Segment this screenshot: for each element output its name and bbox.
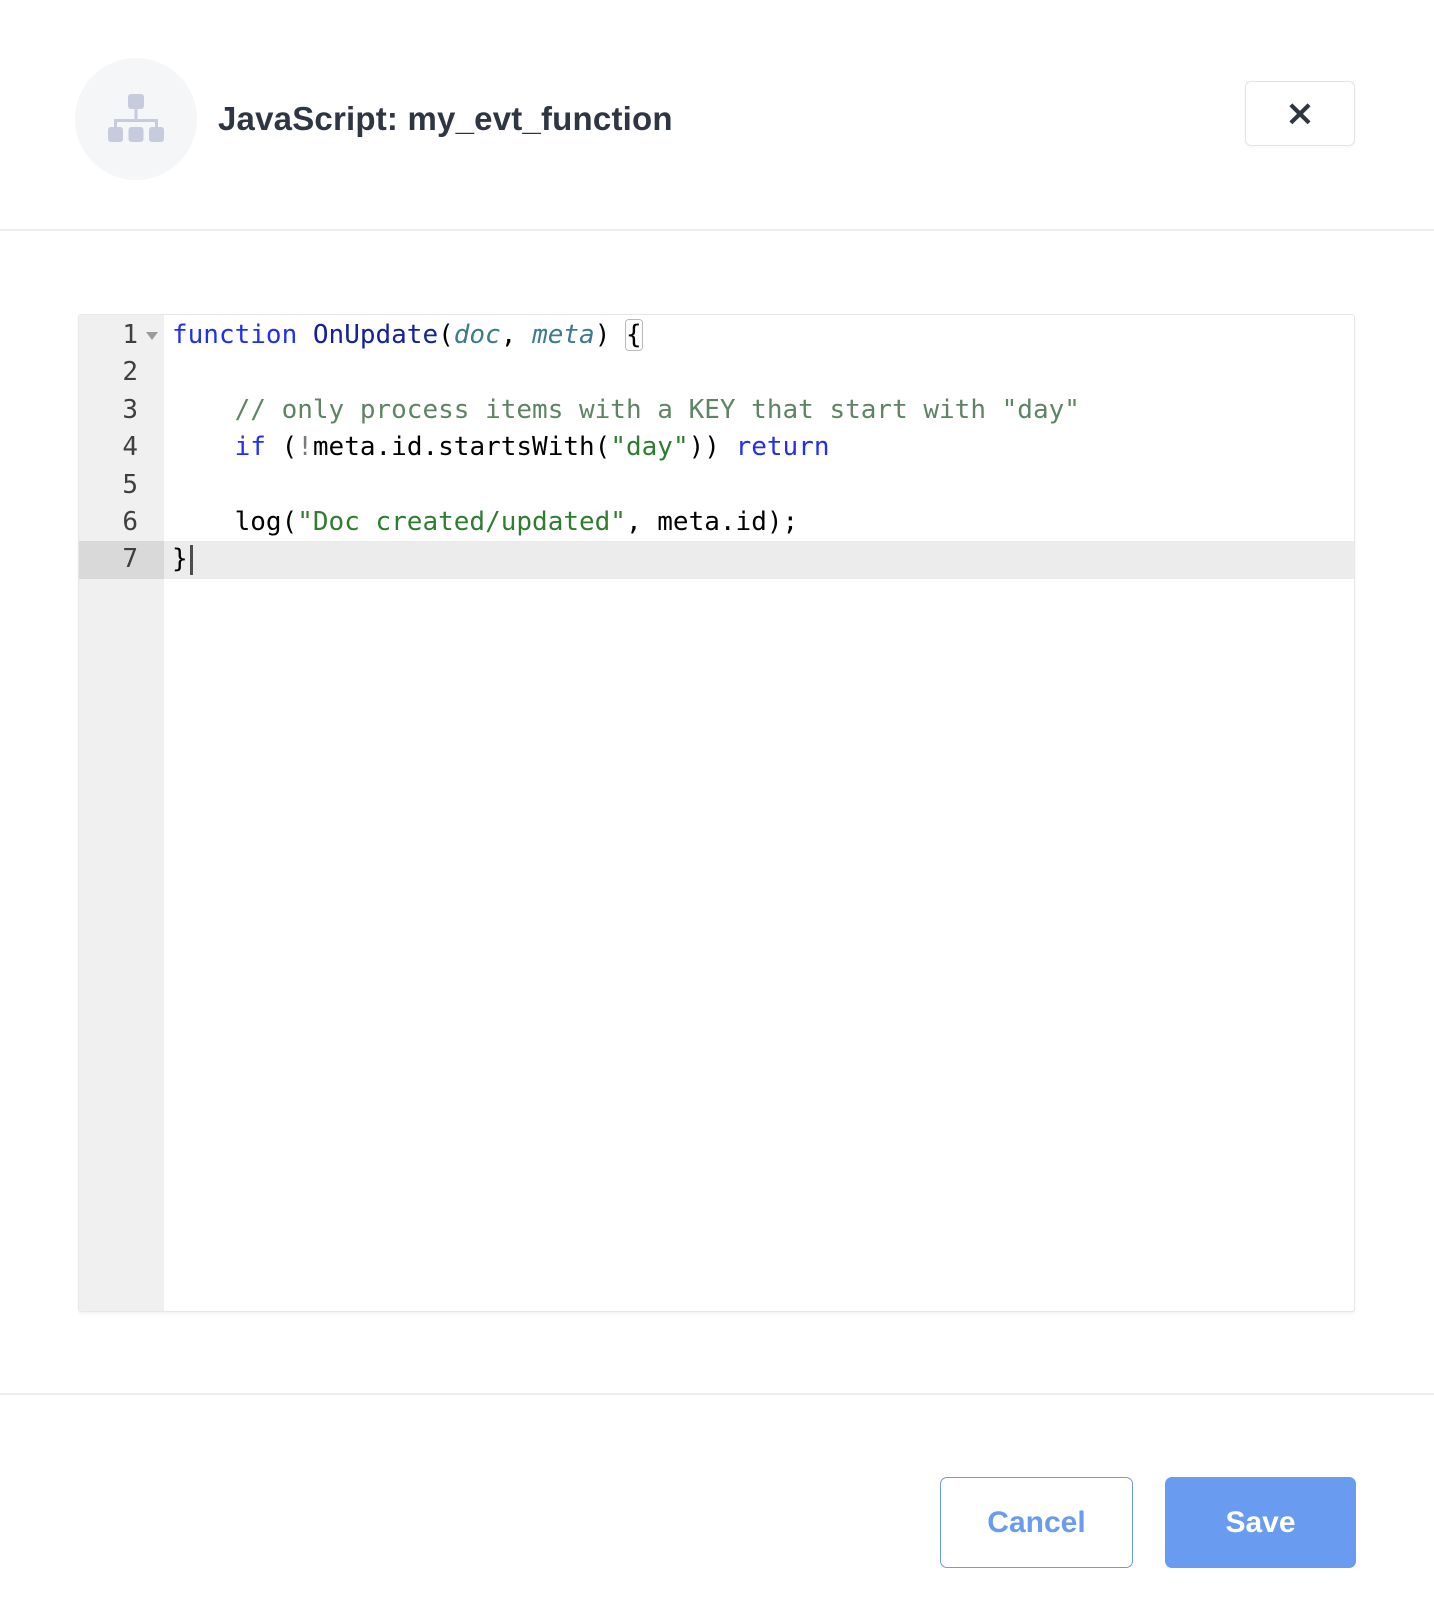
code-token: { [626,320,642,350]
code-token: log( [172,507,297,537]
code-token: function [172,320,297,350]
code-token: } [172,544,188,574]
code-token: ( [438,320,454,350]
line-number: 5 [79,467,164,504]
code-editor[interactable]: 1234567 function OnUpdate(doc, meta) { /… [78,314,1355,1312]
line-number: 3 [79,392,164,429]
cancel-button[interactable]: Cancel [940,1477,1133,1568]
code-token: ) [595,320,626,350]
footer-divider [0,1393,1434,1395]
code-token: ! [297,432,313,462]
sitemap-icon [104,91,168,147]
code-token [172,395,235,425]
code-token: "day" [610,432,688,462]
line-number: 6 [79,504,164,541]
code-line[interactable] [164,467,1354,504]
editor-content[interactable]: function OnUpdate(doc, meta) { // only p… [164,315,1354,1311]
code-token: // only process items with a KEY that st… [235,395,1080,425]
code-token: ( [266,432,297,462]
code-line[interactable]: // only process items with a KEY that st… [164,392,1354,429]
code-token: )) [689,432,736,462]
code-token [172,432,235,462]
code-token: meta.id.startsWith( [313,432,610,462]
line-number: 2 [79,354,164,391]
close-icon: × [1285,96,1315,132]
code-line[interactable]: function OnUpdate(doc, meta) { [164,317,1354,354]
close-button[interactable]: × [1245,81,1355,146]
code-token: , meta.id); [626,507,798,537]
editor-gutter: 1234567 [79,315,164,1311]
text-cursor [190,545,193,575]
code-line[interactable]: log("Doc created/updated", meta.id); [164,504,1354,541]
modal-title: JavaScript: my_evt_function [218,58,673,180]
code-token: doc [454,320,501,350]
fold-toggle-icon[interactable] [146,332,158,340]
line-number: 4 [79,429,164,466]
code-token: meta [532,320,595,350]
modal-header: JavaScript: my_evt_function × [0,0,1434,231]
code-line[interactable]: if (!meta.id.startsWith("day")) return [164,429,1354,466]
line-number: 1 [79,317,164,354]
save-button[interactable]: Save [1165,1477,1356,1568]
line-number: 7 [79,541,164,578]
code-token: return [736,432,830,462]
code-token: OnUpdate [313,320,438,350]
function-avatar [75,58,197,180]
code-line[interactable]: } [164,541,1354,578]
code-token: , [501,320,532,350]
code-token [297,320,313,350]
code-token: if [235,432,266,462]
code-token: "Doc created/updated" [297,507,626,537]
code-line[interactable] [164,354,1354,391]
